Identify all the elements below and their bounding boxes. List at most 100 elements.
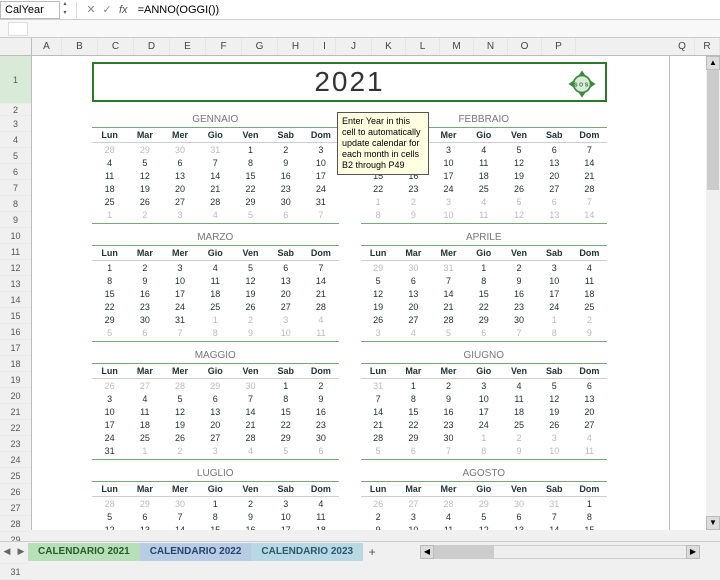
day-cell[interactable]: 4: [233, 444, 268, 457]
day-cell[interactable]: 22: [396, 418, 431, 431]
day-cell[interactable]: 22: [268, 418, 303, 431]
day-cell[interactable]: 24: [466, 418, 501, 431]
day-cell[interactable]: 9: [501, 274, 536, 287]
day-cell[interactable]: 24: [303, 182, 338, 195]
add-sheet-icon[interactable]: +: [363, 545, 381, 559]
day-cell[interactable]: 7: [572, 195, 607, 208]
day-cell[interactable]: 22: [233, 182, 268, 195]
col-header-R[interactable]: R: [695, 38, 720, 55]
day-cell[interactable]: 30: [431, 431, 466, 444]
day-cell[interactable]: 27: [396, 313, 431, 326]
scroll-thumb[interactable]: [707, 70, 719, 190]
day-cell[interactable]: 30: [162, 497, 197, 510]
day-cell[interactable]: 9: [501, 444, 536, 457]
day-cell[interactable]: 31: [92, 444, 127, 457]
name-box[interactable]: CalYear: [0, 1, 60, 19]
day-cell[interactable]: 31: [361, 379, 396, 392]
day-cell[interactable]: 6: [396, 274, 431, 287]
day-cell[interactable]: 3: [162, 208, 197, 221]
row-header-20[interactable]: 20: [0, 388, 31, 404]
day-cell[interactable]: 28: [431, 497, 466, 510]
day-cell[interactable]: 27: [127, 379, 162, 392]
day-cell[interactable]: 6: [162, 156, 197, 169]
day-cell[interactable]: 13: [198, 405, 233, 418]
day-cell[interactable]: 17: [268, 523, 303, 530]
sheet-tab-2022[interactable]: CALENDARIO 2022: [140, 543, 252, 561]
day-cell[interactable]: 20: [537, 169, 572, 182]
day-cell[interactable]: 11: [501, 392, 536, 405]
day-cell[interactable]: 3: [268, 497, 303, 510]
day-cell[interactable]: 1: [361, 195, 396, 208]
col-header-L[interactable]: L: [406, 38, 440, 55]
day-cell[interactable]: 12: [233, 274, 268, 287]
row-header-18[interactable]: 18: [0, 356, 31, 372]
scroll-down-icon[interactable]: ▼: [706, 516, 720, 530]
day-cell[interactable]: 8: [198, 326, 233, 339]
col-header-H[interactable]: H: [278, 38, 314, 55]
toolbar-button[interactable]: [8, 22, 28, 36]
formula-bar[interactable]: =ANNO(OGGI()): [132, 4, 720, 16]
day-cell[interactable]: 2: [361, 510, 396, 523]
day-cell[interactable]: 5: [127, 156, 162, 169]
day-cell[interactable]: 1: [92, 208, 127, 221]
day-cell[interactable]: 13: [537, 156, 572, 169]
col-header-C[interactable]: C: [98, 38, 134, 55]
day-cell[interactable]: 3: [396, 510, 431, 523]
day-cell[interactable]: 23: [268, 182, 303, 195]
day-cell[interactable]: 20: [268, 287, 303, 300]
day-cell[interactable]: 29: [233, 195, 268, 208]
day-cell[interactable]: 6: [396, 444, 431, 457]
day-cell[interactable]: 22: [466, 300, 501, 313]
day-cell[interactable]: 2: [127, 208, 162, 221]
day-cell[interactable]: 3: [361, 326, 396, 339]
day-cell[interactable]: 3: [92, 392, 127, 405]
day-cell[interactable]: 16: [303, 405, 338, 418]
day-cell[interactable]: 27: [572, 418, 607, 431]
scroll-left-icon[interactable]: ◀: [420, 545, 434, 559]
day-cell[interactable]: 14: [361, 405, 396, 418]
day-cell[interactable]: 17: [431, 169, 466, 182]
day-cell[interactable]: 10: [431, 208, 466, 221]
day-cell[interactable]: 19: [233, 287, 268, 300]
day-cell[interactable]: 15: [268, 405, 303, 418]
day-cell[interactable]: 14: [233, 405, 268, 418]
row-header-3[interactable]: 3: [0, 116, 31, 132]
row-header-9[interactable]: 9: [0, 212, 31, 228]
day-cell[interactable]: 5: [501, 195, 536, 208]
day-cell[interactable]: 17: [92, 418, 127, 431]
col-header-K[interactable]: K: [372, 38, 406, 55]
day-cell[interactable]: 11: [198, 274, 233, 287]
day-cell[interactable]: 4: [572, 431, 607, 444]
day-cell[interactable]: 16: [127, 287, 162, 300]
row-header-10[interactable]: 10: [0, 228, 31, 244]
day-cell[interactable]: 8: [233, 156, 268, 169]
day-cell[interactable]: 3: [198, 444, 233, 457]
col-header-P[interactable]: P: [542, 38, 576, 55]
col-header-Q[interactable]: Q: [670, 38, 695, 55]
day-cell[interactable]: 7: [431, 444, 466, 457]
day-cell[interactable]: 3: [537, 261, 572, 274]
day-cell[interactable]: 14: [198, 169, 233, 182]
day-cell[interactable]: 8: [537, 326, 572, 339]
day-cell[interactable]: 15: [92, 287, 127, 300]
day-cell[interactable]: 24: [92, 431, 127, 444]
row-header-14[interactable]: 14: [0, 292, 31, 308]
day-cell[interactable]: 14: [537, 523, 572, 530]
day-cell[interactable]: 28: [431, 313, 466, 326]
day-cell[interactable]: 26: [162, 431, 197, 444]
day-cell[interactable]: 30: [268, 195, 303, 208]
day-cell[interactable]: 11: [127, 405, 162, 418]
day-cell[interactable]: 14: [572, 208, 607, 221]
day-cell[interactable]: 29: [396, 431, 431, 444]
day-cell[interactable]: 20: [162, 182, 197, 195]
sheet-tab-2023[interactable]: CALENDARIO 2023: [251, 543, 363, 561]
day-cell[interactable]: 9: [233, 510, 268, 523]
row-header-25[interactable]: 25: [0, 468, 31, 484]
day-cell[interactable]: 28: [572, 182, 607, 195]
day-cell[interactable]: 9: [361, 523, 396, 530]
day-cell[interactable]: 12: [127, 169, 162, 182]
day-cell[interactable]: 26: [361, 313, 396, 326]
day-cell[interactable]: 1: [466, 431, 501, 444]
day-cell[interactable]: 8: [198, 510, 233, 523]
day-cell[interactable]: 21: [431, 300, 466, 313]
